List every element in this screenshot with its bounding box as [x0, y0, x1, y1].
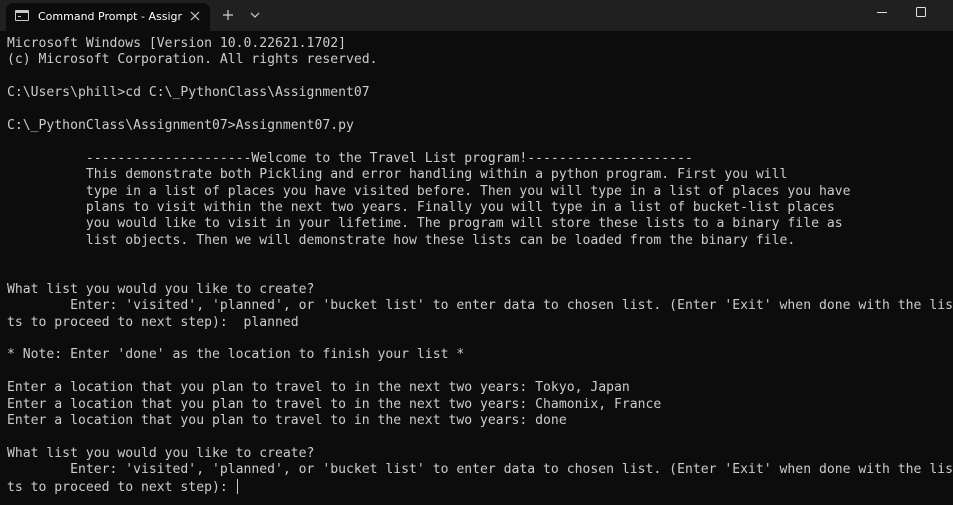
terminal-window: Command Prompt - Assignme Microsoft Wind…: [0, 0, 953, 505]
tab-command-prompt[interactable]: Command Prompt - Assignme: [6, 3, 210, 31]
terminal-line: What list you would you like to create?: [7, 282, 953, 298]
chevron-down-icon[interactable]: [245, 5, 265, 25]
terminal-line: Enter a location that you plan to travel…: [7, 413, 953, 429]
plus-icon[interactable]: [218, 5, 238, 25]
maximize-icon[interactable]: [899, 0, 943, 31]
terminal-line: list objects. Then we will demonstrate h…: [7, 233, 953, 249]
terminal-line-text: Microsoft Windows [Version 10.0.22621.17…: [7, 36, 346, 51]
terminal-line-text: type in a list of places you have visite…: [7, 183, 851, 199]
terminal-line: ts to proceed to next step):: [7, 478, 953, 495]
terminal-line: Microsoft Windows [Version 10.0.22621.17…: [7, 36, 953, 52]
terminal-line: Enter a location that you plan to travel…: [7, 380, 953, 396]
minimize-icon[interactable]: [860, 0, 904, 31]
terminal-line: ---------------------Welcome to the Trav…: [7, 151, 953, 167]
terminal-line: (c) Microsoft Corporation. All rights re…: [7, 52, 953, 68]
terminal-line: plans to visit within the next two years…: [7, 200, 953, 216]
terminal-line: C:\_PythonClass\Assignment07>Assignment0…: [7, 118, 953, 134]
terminal-icon: [15, 10, 29, 21]
terminal-line-text: C:\_PythonClass\Assignment07>Assignment0…: [7, 117, 354, 133]
terminal-line-text: ts to proceed to next step): planned: [7, 314, 299, 330]
terminal-line: type in a list of places you have visite…: [7, 184, 953, 200]
terminal-line-text: * Note: Enter 'done' as the location to …: [7, 347, 465, 363]
text-cursor: [236, 478, 238, 494]
terminal-line: Enter a location that you plan to travel…: [7, 397, 953, 413]
terminal-line: What list you would you like to create?: [7, 446, 953, 462]
terminal-line-text: This demonstrate both Pickling and error…: [7, 167, 788, 183]
terminal-output[interactable]: Microsoft Windows [Version 10.0.22621.17…: [0, 31, 953, 505]
terminal-line-text: Enter: 'visited', 'planned', or 'bucket …: [7, 298, 953, 314]
title-bar: Command Prompt - Assignme: [0, 0, 953, 31]
terminal-line-text: plans to visit within the next two years…: [7, 199, 835, 215]
terminal-line: * Note: Enter 'done' as the location to …: [7, 347, 953, 363]
terminal-line-text: list objects. Then we will demonstrate h…: [7, 232, 796, 248]
terminal-line-text: What list you would you like to create?: [7, 445, 315, 461]
terminal-line-text: ---------------------Welcome to the Trav…: [7, 150, 693, 166]
terminal-line: Enter: 'visited', 'planned', or 'bucket …: [7, 298, 953, 314]
tab-title: Command Prompt - Assignme: [38, 10, 182, 23]
terminal-line: ts to proceed to next step): planned: [7, 315, 953, 331]
terminal-line: C:\Users\phill>cd C:\_PythonClass\Assign…: [7, 85, 953, 101]
terminal-line-text: you would like to visit in your lifetime…: [7, 216, 843, 232]
terminal-line-text: (c) Microsoft Corporation. All rights re…: [7, 52, 378, 68]
terminal-line-text: Enter a location that you plan to travel…: [7, 412, 567, 428]
terminal-line-text: Enter a location that you plan to travel…: [7, 396, 662, 412]
close-icon[interactable]: [187, 8, 203, 24]
terminal-line: This demonstrate both Pickling and error…: [7, 167, 953, 183]
terminal-line: Enter: 'visited', 'planned', or 'bucket …: [7, 462, 953, 478]
terminal-line: you would like to visit in your lifetime…: [7, 216, 953, 232]
terminal-line-text: Enter a location that you plan to travel…: [7, 380, 630, 396]
terminal-line-text: Enter: 'visited', 'planned', or 'bucket …: [7, 462, 953, 478]
terminal-line-text: C:\Users\phill>cd C:\_PythonClass\Assign…: [7, 85, 370, 101]
terminal-line-text: What list you would you like to create?: [7, 281, 315, 297]
terminal-line-text: ts to proceed to next step):: [7, 479, 236, 495]
